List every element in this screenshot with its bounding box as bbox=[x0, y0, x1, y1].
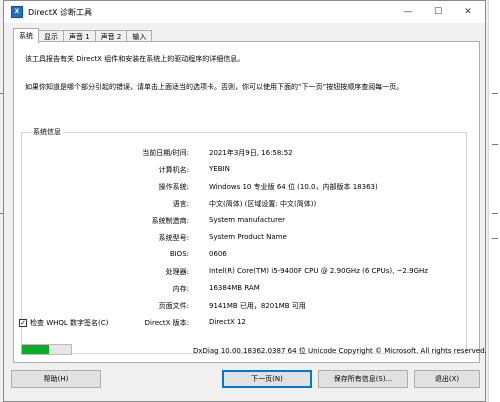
next-page-button[interactable]: 下一页(N) bbox=[222, 370, 312, 388]
background-window-divider bbox=[492, 213, 498, 214]
minimize-button[interactable]: — bbox=[393, 1, 423, 23]
help-button[interactable]: 帮助(H) bbox=[11, 370, 101, 388]
info-row-processor: 处理器: Intel(R) Core(TM) i5-9400F CPU @ 2.… bbox=[22, 267, 466, 277]
intro-instructions: 如果你知道是哪个部分引起的错误，请单击上面适当的选项卡。否则，你可以使用下面的“… bbox=[25, 83, 404, 91]
info-value: 16384MB RAM bbox=[209, 284, 260, 292]
info-label: 系统制造商: bbox=[151, 217, 189, 225]
info-row-memory: 内存: 16384MB RAM bbox=[22, 284, 466, 294]
directx-app-icon-glyph: X bbox=[14, 8, 20, 15]
info-label: DirectX 版本: bbox=[144, 319, 189, 327]
info-row-os: 操作系统: Windows 10 专业版 64 位 (10.0，内部版本 183… bbox=[22, 182, 466, 192]
window-title: DirectX 诊断工具 bbox=[28, 8, 92, 17]
whql-label[interactable]: 检查 WHQL 数字签名(C) bbox=[30, 318, 108, 328]
info-label: 内存: bbox=[172, 285, 189, 293]
background-window-divider bbox=[492, 144, 498, 145]
version-copyright: DxDiag 10.00.18362.0387 64 位 Unicode Cop… bbox=[193, 347, 487, 355]
info-value: 中文(简体) (区域设置: 中文(简体)) bbox=[209, 200, 317, 208]
tab-strip: 系统 显示 声音 1 声音 2 输入 bbox=[13, 28, 153, 43]
info-label: 语言: bbox=[172, 200, 189, 208]
progress-bar bbox=[21, 344, 72, 355]
info-label: 计算机名: bbox=[158, 166, 189, 174]
progress-bar-fill bbox=[22, 345, 49, 354]
info-value: YEBIN bbox=[209, 165, 230, 173]
info-label: 页面文件: bbox=[158, 302, 189, 310]
info-row-datetime: 当前日期/时间: 2021年3月9日, 16:58:52 bbox=[22, 148, 466, 158]
dxdiag-window: X DirectX 诊断工具 — ☐ ✕ 系统 显示 声音 1 声音 2 输入 … bbox=[3, 0, 487, 402]
info-label: 处理器: bbox=[165, 268, 189, 276]
checkmark-icon: ✓ bbox=[20, 318, 26, 327]
info-label: BIOS: bbox=[169, 250, 189, 258]
intro-text: 该工具报告有关 DirectX 组件和安装在系统上的驱动程序的详细信息。 bbox=[25, 55, 245, 63]
info-row-model: 系统型号: System Product Name bbox=[22, 233, 466, 243]
info-value: 9141MB 已用，8201MB 可用 bbox=[209, 302, 306, 310]
tab-system[interactable]: 系统 bbox=[13, 28, 39, 43]
close-button[interactable]: ✕ bbox=[453, 1, 483, 23]
exit-button[interactable]: 退出(X) bbox=[414, 370, 480, 388]
info-row-computer-name: 计算机名: YEBIN bbox=[22, 165, 466, 175]
directx-app-icon: X bbox=[11, 6, 23, 18]
info-value: 2021年3月9日, 16:58:52 bbox=[209, 149, 293, 157]
info-value: 0606 bbox=[209, 250, 227, 258]
background-window-divider bbox=[492, 238, 498, 239]
info-row-manufacturer: 系统制造商: System manufacturer bbox=[22, 216, 466, 226]
maximize-button[interactable]: ☐ bbox=[423, 1, 453, 23]
system-info-group-title: 系统信息 bbox=[31, 127, 63, 137]
save-all-info-button[interactable]: 保存所有信息(S)... bbox=[318, 370, 408, 388]
info-label: 当前日期/时间: bbox=[142, 149, 189, 157]
info-label: 操作系统: bbox=[158, 183, 189, 191]
system-tab-panel: 该工具报告有关 DirectX 组件和安装在系统上的驱动程序的详细信息。 如果你… bbox=[13, 41, 480, 363]
info-value: Windows 10 专业版 64 位 (10.0，内部版本 18363) bbox=[209, 183, 378, 191]
whql-checkbox[interactable]: ✓ bbox=[19, 319, 27, 327]
info-value: System Product Name bbox=[209, 233, 287, 241]
info-row-bios: BIOS: 0606 bbox=[22, 250, 466, 260]
info-row-language: 语言: 中文(简体) (区域设置: 中文(简体)) bbox=[22, 199, 466, 209]
info-value: Intel(R) Core(TM) i5-9400F CPU @ 2.90GHz… bbox=[209, 267, 428, 275]
title-bar[interactable]: X DirectX 诊断工具 — ☐ ✕ bbox=[4, 1, 485, 23]
background-window-divider bbox=[492, 93, 498, 94]
background-window bbox=[488, 0, 500, 402]
whql-check[interactable]: ✓ 检查 WHQL 数字签名(C) bbox=[19, 318, 108, 328]
info-value: System manufacturer bbox=[209, 216, 286, 224]
info-label: 系统型号: bbox=[158, 234, 189, 242]
info-value: DirectX 12 bbox=[209, 318, 246, 326]
info-row-page-file: 页面文件: 9141MB 已用，8201MB 可用 bbox=[22, 301, 466, 311]
